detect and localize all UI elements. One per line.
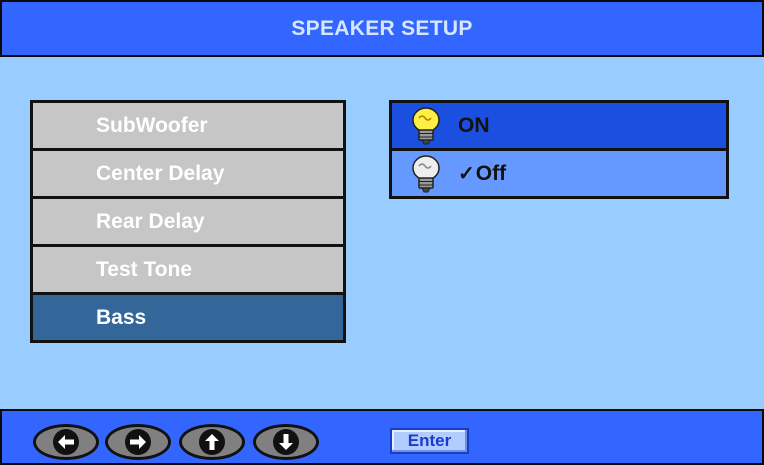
up-button[interactable] bbox=[179, 424, 245, 460]
menu-item-label: SubWoofer bbox=[96, 113, 208, 137]
speaker-setup-screen: SPEAKER SETUP SubWoofer Center Delay Rea… bbox=[0, 0, 764, 465]
lightbulb-off-icon bbox=[412, 154, 440, 192]
down-button[interactable] bbox=[253, 424, 319, 460]
navigation-bar: Enter bbox=[0, 409, 764, 465]
menu-item-label: Bass bbox=[96, 305, 147, 329]
menu-item-bass[interactable]: Bass bbox=[33, 295, 343, 340]
option-off[interactable]: ✓ Off bbox=[392, 151, 726, 196]
lightbulb-on-icon bbox=[412, 106, 440, 144]
menu-item-subwoofer[interactable]: SubWoofer bbox=[33, 103, 343, 148]
menu-item-label: Center Delay bbox=[96, 161, 225, 185]
menu-item-center-delay[interactable]: Center Delay bbox=[33, 151, 343, 196]
arrow-down-icon bbox=[273, 429, 299, 455]
title-bar: SPEAKER SETUP bbox=[0, 0, 764, 57]
arrow-up-icon bbox=[199, 429, 225, 455]
option-label: Off bbox=[475, 161, 507, 185]
bass-options: ON ✓ Off bbox=[389, 100, 729, 199]
enter-button[interactable]: Enter bbox=[390, 428, 469, 454]
right-button[interactable] bbox=[105, 424, 171, 460]
option-on[interactable]: ON bbox=[392, 103, 726, 148]
menu-item-test-tone[interactable]: Test Tone bbox=[33, 247, 343, 292]
option-label: ON bbox=[458, 113, 490, 137]
menu-item-label: Test Tone bbox=[96, 257, 193, 281]
page-title: SPEAKER SETUP bbox=[291, 16, 473, 40]
menu-item-label: Rear Delay bbox=[96, 209, 205, 233]
settings-menu: SubWoofer Center Delay Rear Delay Test T… bbox=[30, 100, 346, 343]
checkmark-icon: ✓ bbox=[458, 163, 475, 185]
arrow-right-icon bbox=[125, 429, 151, 455]
left-button[interactable] bbox=[33, 424, 99, 460]
enter-label: Enter bbox=[407, 431, 452, 450]
menu-item-rear-delay[interactable]: Rear Delay bbox=[33, 199, 343, 244]
arrow-left-icon bbox=[53, 429, 79, 455]
